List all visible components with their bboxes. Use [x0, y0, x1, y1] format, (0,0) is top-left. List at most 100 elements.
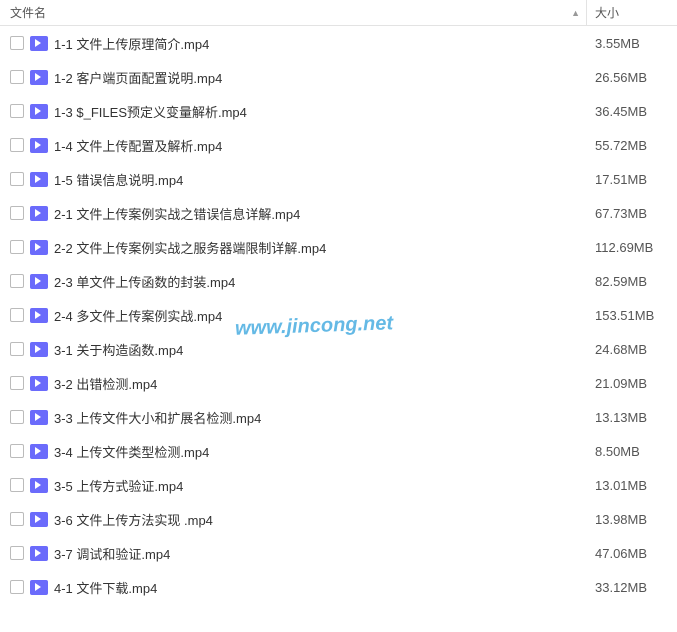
video-file-icon [30, 240, 48, 255]
file-name: 3-5 上传方式验证.mp4 [54, 476, 183, 495]
file-name: 2-3 单文件上传函数的封装.mp4 [54, 272, 235, 291]
row-checkbox[interactable] [10, 138, 24, 152]
video-file-icon [30, 138, 48, 153]
row-checkbox[interactable] [10, 410, 24, 424]
file-size: 17.51MB [587, 172, 677, 187]
file-size: 3.55MB [587, 36, 677, 51]
table-row[interactable]: 1-1 文件上传原理简介.mp4 3.55MB [0, 26, 677, 60]
file-name-cell: 1-3 $_FILES预定义变量解析.mp4 [0, 102, 587, 121]
file-name: 2-2 文件上传案例实战之服务器端限制详解.mp4 [54, 238, 326, 257]
video-file-icon [30, 410, 48, 425]
table-row[interactable]: 3-6 文件上传方法实现 .mp4 13.98MB [0, 502, 677, 536]
row-checkbox[interactable] [10, 104, 24, 118]
file-size: 55.72MB [587, 138, 677, 153]
row-checkbox[interactable] [10, 36, 24, 50]
column-name-label: 文件名 [10, 4, 46, 21]
video-file-icon [30, 512, 48, 527]
table-row[interactable]: 3-3 上传文件大小和扩展名检测.mp4 13.13MB [0, 400, 677, 434]
file-size: 36.45MB [587, 104, 677, 119]
video-file-icon [30, 444, 48, 459]
table-row[interactable]: 2-3 单文件上传函数的封装.mp482.59MB [0, 264, 677, 298]
video-file-icon [30, 70, 48, 85]
row-checkbox[interactable] [10, 512, 24, 526]
row-checkbox[interactable] [10, 308, 24, 322]
video-file-icon [30, 172, 48, 187]
file-size: 13.13MB [587, 410, 677, 425]
column-header-size[interactable]: 大小 [587, 0, 677, 25]
table-row[interactable]: 1-5 错误信息说明.mp4 17.51MB [0, 162, 677, 196]
file-name: 1-4 文件上传配置及解析.mp4 [54, 136, 222, 155]
video-file-icon [30, 308, 48, 323]
row-checkbox[interactable] [10, 274, 24, 288]
file-name-cell: 1-5 错误信息说明.mp4 [0, 170, 587, 189]
file-size: 21.09MB [587, 376, 677, 391]
file-name: 3-2 出错检测.mp4 [54, 374, 157, 393]
file-rows: 1-1 文件上传原理简介.mp43.55MB1-2 客户端页面配置说明.mp42… [0, 26, 677, 604]
file-name-cell: 4-1 文件下载.mp4 [0, 578, 587, 597]
video-file-icon [30, 206, 48, 221]
row-checkbox[interactable] [10, 478, 24, 492]
file-name-cell: 1-4 文件上传配置及解析.mp4 [0, 136, 587, 155]
file-size: 26.56MB [587, 70, 677, 85]
table-row[interactable]: 3-5 上传方式验证.mp4 13.01MB [0, 468, 677, 502]
table-row[interactable]: 2-1 文件上传案例实战之错误信息详解.mp4 67.73MB [0, 196, 677, 230]
row-checkbox[interactable] [10, 240, 24, 254]
file-name-cell: 1-2 客户端页面配置说明.mp4 [0, 68, 587, 87]
file-name-cell: 2-3 单文件上传函数的封装.mp4 [0, 272, 587, 291]
file-name-cell: 3-5 上传方式验证.mp4 [0, 476, 587, 495]
row-checkbox[interactable] [10, 444, 24, 458]
file-table: 文件名 ▲ 大小 1-1 文件上传原理简介.mp4 3.55MB 1-2 客户端页面… [0, 0, 677, 604]
file-name-cell: 3-7 调试和验证.mp4 [0, 544, 587, 563]
file-size: 24.68MB [587, 342, 677, 357]
row-checkbox[interactable] [10, 546, 24, 560]
file-name: 3-6 文件上传方法实现 .mp4 [54, 510, 213, 529]
column-size-label: 大小 [595, 4, 619, 21]
file-name-cell: 1-1 文件上传原理简介.mp4 [0, 34, 587, 53]
table-row[interactable]: 4-1 文件下载.mp433.12MB [0, 570, 677, 604]
file-name: 3-7 调试和验证.mp4 [54, 544, 170, 563]
table-header: 文件名 ▲ 大小 [0, 0, 677, 26]
file-name: 1-5 错误信息说明.mp4 [54, 170, 183, 189]
table-row[interactable]: 1-4 文件上传配置及解析.mp4 55.72MB [0, 128, 677, 162]
file-name: 3-3 上传文件大小和扩展名检测.mp4 [54, 408, 261, 427]
video-file-icon [30, 104, 48, 119]
table-row[interactable]: 2-2 文件上传案例实战之服务器端限制详解.mp4 112.69MB [0, 230, 677, 264]
file-name: 3-1 关于构造函数.mp4 [54, 340, 183, 359]
file-name: 3-4 上传文件类型检测.mp4 [54, 442, 209, 461]
file-name: 1-1 文件上传原理简介.mp4 [54, 34, 209, 53]
video-file-icon [30, 342, 48, 357]
video-file-icon [30, 478, 48, 493]
row-checkbox[interactable] [10, 342, 24, 356]
row-checkbox[interactable] [10, 70, 24, 84]
table-row[interactable]: 1-3 $_FILES预定义变量解析.mp4 36.45MB [0, 94, 677, 128]
table-row[interactable]: 3-1 关于构造函数.mp4 24.68MB [0, 332, 677, 366]
column-header-name[interactable]: 文件名 ▲ [0, 0, 587, 25]
file-name-cell: 3-4 上传文件类型检测.mp4 [0, 442, 587, 461]
file-size: 67.73MB [587, 206, 677, 221]
video-file-icon [30, 36, 48, 51]
row-checkbox[interactable] [10, 580, 24, 594]
file-name-cell: 3-6 文件上传方法实现 .mp4 [0, 510, 587, 529]
file-size: 13.98MB [587, 512, 677, 527]
file-name: 1-3 $_FILES预定义变量解析.mp4 [54, 102, 247, 121]
file-name-cell: 2-1 文件上传案例实战之错误信息详解.mp4 [0, 204, 587, 223]
file-name-cell: 3-1 关于构造函数.mp4 [0, 340, 587, 359]
video-file-icon [30, 376, 48, 391]
video-file-icon [30, 580, 48, 595]
file-size: 8.50MB [587, 444, 677, 459]
file-name-cell: 3-3 上传文件大小和扩展名检测.mp4 [0, 408, 587, 427]
file-size: 112.69MB [587, 240, 677, 255]
table-row[interactable]: 2-4 多文件上传案例实战.mp4153.51MB [0, 298, 677, 332]
file-size: 153.51MB [587, 308, 677, 323]
table-row[interactable]: 3-2 出错检测.mp4 21.09MB [0, 366, 677, 400]
file-name-cell: 3-2 出错检测.mp4 [0, 374, 587, 393]
row-checkbox[interactable] [10, 206, 24, 220]
sort-ascending-icon: ▲ [571, 8, 580, 18]
row-checkbox[interactable] [10, 376, 24, 390]
table-row[interactable]: 3-7 调试和验证.mp447.06MB [0, 536, 677, 570]
file-name: 2-1 文件上传案例实战之错误信息详解.mp4 [54, 204, 300, 223]
file-size: 13.01MB [587, 478, 677, 493]
row-checkbox[interactable] [10, 172, 24, 186]
table-row[interactable]: 3-4 上传文件类型检测.mp4 8.50MB [0, 434, 677, 468]
table-row[interactable]: 1-2 客户端页面配置说明.mp426.56MB [0, 60, 677, 94]
